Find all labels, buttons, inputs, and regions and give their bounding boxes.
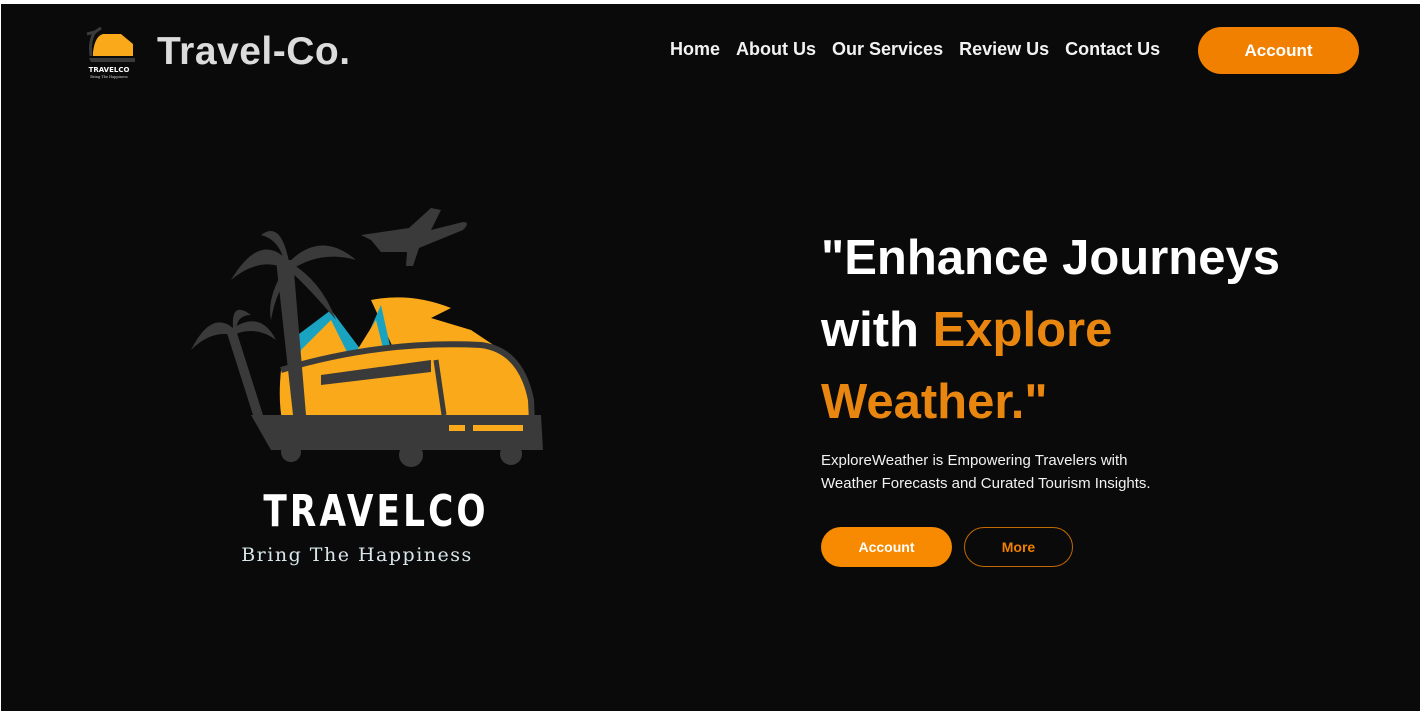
brand-logo-icon[interactable]: TRAVELCO Bring The Happiness: [81, 22, 137, 80]
hero-description: ExploreWeather is Empowering Travelers w…: [821, 449, 1221, 495]
svg-text:TRAVELCO: TRAVELCO: [89, 66, 130, 74]
headline-accent-weather: Weather.": [821, 375, 1048, 429]
hero-headline: "Enhance Journeys with Explore Weather.": [821, 222, 1280, 438]
hero-account-button[interactable]: Account: [821, 527, 952, 567]
main-nav: Home About Us Our Services Review Us Con…: [670, 39, 1160, 60]
nav-our-services[interactable]: Our Services: [832, 39, 943, 60]
headline-line-1: "Enhance Journeys: [821, 231, 1280, 285]
nav-about-us[interactable]: About Us: [736, 39, 816, 60]
svg-text:Bring The Happiness: Bring The Happiness: [90, 75, 128, 79]
headline-with: with: [821, 303, 933, 357]
hero-more-button[interactable]: More: [964, 527, 1073, 567]
logo-wordmark: TRAVELCO: [263, 486, 489, 537]
nav-review-us[interactable]: Review Us: [959, 39, 1049, 60]
headline-accent-explore: Explore: [932, 303, 1113, 357]
nav-home[interactable]: Home: [670, 39, 720, 60]
logo-tagline: Bring The Happiness: [241, 544, 473, 566]
page: TRAVELCO Bring The Happiness Travel-Co. …: [1, 4, 1420, 711]
description-line-2: Weather Forecasts and Curated Tourism In…: [821, 475, 1151, 492]
airplane-icon: [361, 208, 467, 266]
description-line-1: ExploreWeather is Empowering Travelers w…: [821, 452, 1128, 469]
nav-account-button[interactable]: Account: [1198, 27, 1359, 74]
travelco-logo-illustration: [191, 208, 543, 467]
nav-contact-us[interactable]: Contact Us: [1065, 39, 1160, 60]
brand-name[interactable]: Travel-Co.: [157, 30, 351, 74]
